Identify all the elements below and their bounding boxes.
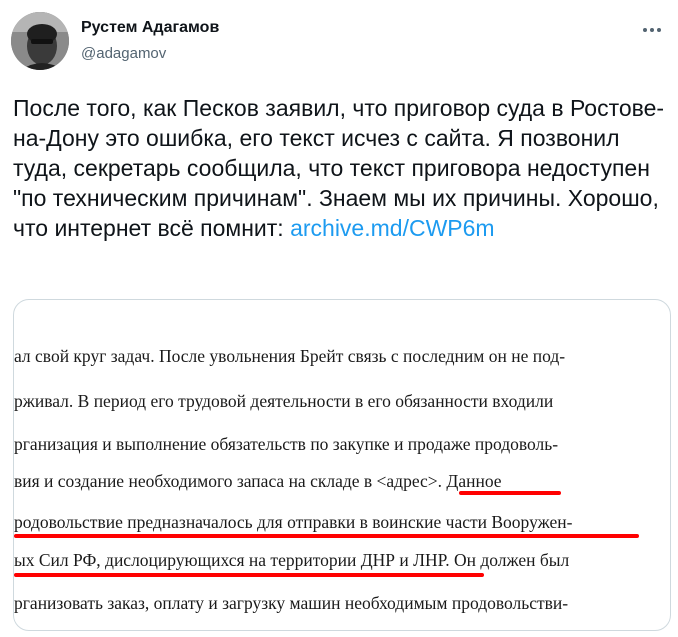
document-line: ал свой круг задач. После увольнения Бре… [14, 346, 566, 366]
avatar[interactable] [11, 12, 69, 70]
document-line: ых Сил РФ, дислоцирующихся на территории… [14, 550, 570, 570]
red-underline [14, 534, 639, 538]
document-line: вия и создание необходимого запаса на ск… [14, 471, 502, 491]
author-handle[interactable]: @adagamov [81, 45, 166, 62]
profile-photo-icon [11, 12, 69, 70]
more-options-button[interactable] [638, 16, 666, 44]
archive-link[interactable]: archive.md/CWP6m [290, 215, 494, 241]
author-name[interactable]: Рустем Адагамов [81, 19, 219, 37]
red-underline [14, 573, 484, 577]
document-line: рганизовать заказ, оплату и загрузку маш… [14, 593, 569, 613]
document-line: родовольствие предназначалось для отправ… [14, 512, 573, 532]
more-horizontal-icon [643, 28, 661, 32]
red-underline [459, 491, 561, 495]
tweet-text: После того, как Песков заявил, что приго… [13, 93, 673, 243]
document-image[interactable]: ал свой круг задач. После увольнения Бре… [13, 299, 671, 631]
document-line: рганизация и выполнение обязательств по … [14, 434, 559, 454]
document-line: рживал. В период его трудовой деятельнос… [14, 391, 554, 411]
